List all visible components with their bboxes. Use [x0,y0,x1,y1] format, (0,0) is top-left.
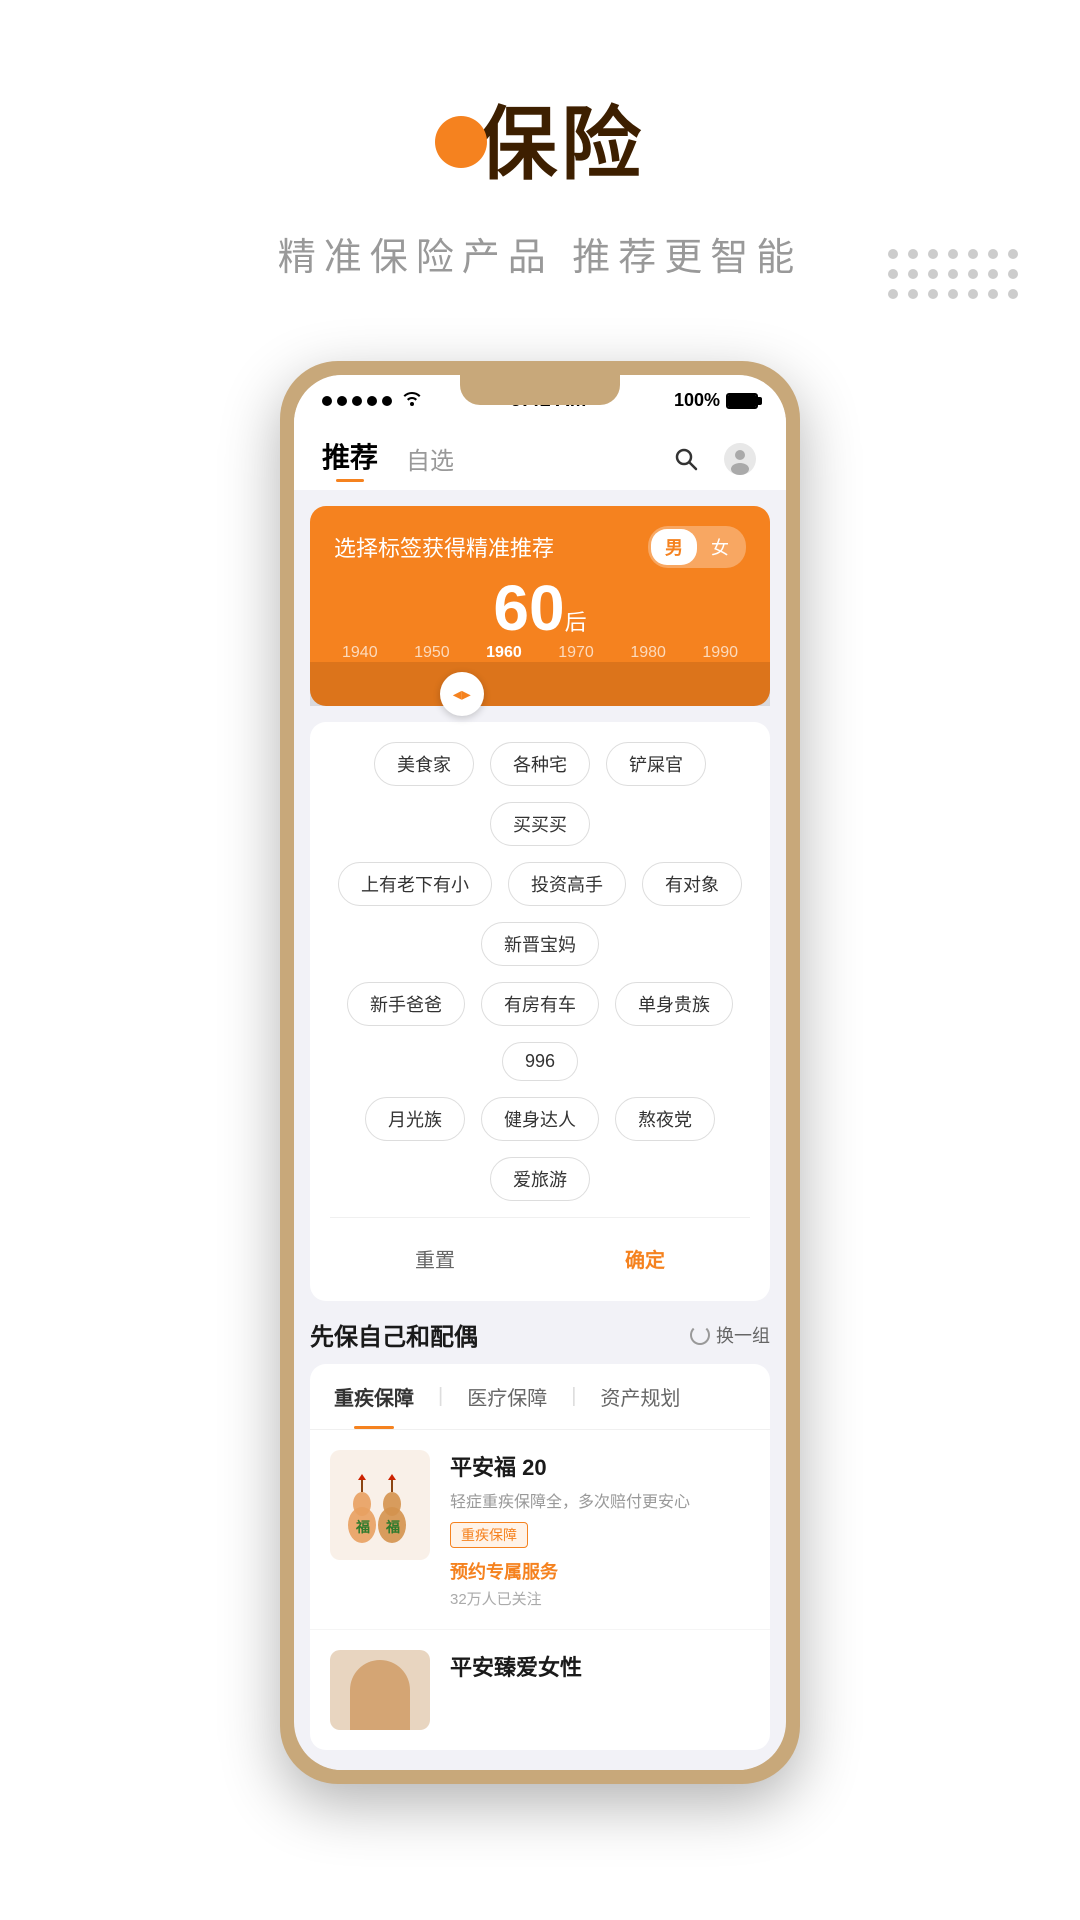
confirm-button[interactable]: 确定 [585,1236,705,1281]
reset-button[interactable]: 重置 [375,1236,495,1281]
wifi-icon [401,390,423,411]
page-header: 保险 精准保险产品 推荐更智能 [0,0,1080,321]
products-section-header: 先保自己和配偶 换一组 [310,1317,770,1352]
decade-number: 60 [493,572,564,644]
tag-row-2: 上有老下有小 投资高手 有对象 新晋宝妈 [330,862,750,966]
gender-female-btn[interactable]: 女 [697,529,743,565]
decade-1970: 1970 [558,644,594,662]
tag-ailyu[interactable]: 爱旅游 [490,1157,590,1201]
nav-tab-recommend[interactable]: 推荐 [322,436,378,482]
tag-maimai[interactable]: 买买买 [490,802,590,846]
battery-fill [728,395,756,407]
tag-youdui[interactable]: 有对象 [642,862,742,906]
product-tab-critical[interactable]: 重疾保障 [310,1364,438,1429]
decade-display: 60后 [334,576,746,640]
product-followers-1: 32万人已关注 [450,1588,750,1609]
phone-outer-frame: 9:41 AM 100% 推荐 自选 [280,361,800,1784]
tag-youfang[interactable]: 有房有车 [481,982,599,1026]
decade-1980: 1980 [630,644,666,662]
product-info-2: 平安臻爱女性 [450,1650,750,1730]
tag-jiansheng[interactable]: 健身达人 [481,1097,599,1141]
nav-tab-custom[interactable]: 自选 [406,441,454,482]
change-group-button[interactable]: 换一组 [690,1322,770,1348]
product-info-1: 平安福 20 轻症重疾保障全，多次赔付更安心 重疾保障 预约专属服务 32万人已… [450,1450,750,1609]
decade-1940: 1940 [342,644,378,662]
tag-aoyedang[interactable]: 熬夜党 [615,1097,715,1141]
product-tab-assets[interactable]: 资产规划 [576,1364,704,1429]
tag-touzi[interactable]: 投资高手 [508,862,626,906]
tag-row-1: 美食家 各种宅 铲屎官 买买买 [330,742,750,846]
svg-text:福: 福 [355,1519,370,1536]
signal-dot-5 [382,396,392,406]
signal-dot-4 [367,396,377,406]
product-name-1: 平安福 20 [450,1450,750,1482]
app-title: 保险 [477,80,645,196]
product-card: 重疾保障 | 医疗保障 | 资产规划 [310,1364,770,1750]
nav-bar: 推荐 自选 [294,422,786,490]
tag-shangyoula[interactable]: 上有老下有小 [338,862,492,906]
dot-grid-decoration [888,249,1020,301]
tag-996[interactable]: 996 [502,1042,578,1081]
nav-tabs: 推荐 自选 [322,436,454,482]
product-image-2 [330,1650,430,1730]
tags-action-row: 重置 确定 [330,1217,750,1281]
product-avatar-face [350,1660,410,1730]
product-action-1[interactable]: 预约专属服务 [450,1558,750,1584]
product-tab-medical[interactable]: 医疗保障 [443,1364,571,1429]
tag-chanshi[interactable]: 铲屎官 [606,742,706,786]
signal-dot-1 [322,396,332,406]
decade-slider-thumb[interactable]: ◂▸ [440,672,484,716]
tag-meishi[interactable]: 美食家 [374,742,474,786]
tag-yueguang[interactable]: 月光族 [365,1097,465,1141]
search-button[interactable] [668,441,704,477]
status-battery-area: 100% [674,390,758,411]
products-section: 先保自己和配偶 换一组 重疾保障 | 医疗保障 [310,1317,770,1750]
tag-row-4: 月光族 健身达人 熬夜党 爱旅游 [330,1097,750,1201]
decade-1990: 1990 [702,644,738,662]
product-item-1[interactable]: 福 福 平安福 20 [310,1430,770,1629]
product-desc-1: 轻症重疾保障全，多次赔付更安心 [450,1488,750,1512]
signal-dot-2 [337,396,347,406]
svg-text:福: 福 [385,1519,400,1536]
panel-top-row: 选择标签获得精准推荐 男 女 [334,526,746,568]
orange-dot-icon [435,116,487,168]
phone-notch [460,375,620,405]
products-section-title: 先保自己和配偶 [310,1317,478,1352]
tag-danshen[interactable]: 单身贵族 [615,982,733,1026]
decade-suffix: 后 [565,610,587,635]
tags-section: 美食家 各种宅 铲屎官 买买买 上有老下有小 投资高手 有对象 新晋宝妈 新手爸… [310,722,770,1301]
product-tag-1: 重疾保障 [450,1522,528,1548]
phone-bottom-padding [294,1750,786,1770]
product-image-1: 福 福 [330,1450,430,1560]
battery-bar [726,393,758,409]
panel-title: 选择标签获得精准推荐 [334,531,554,563]
app-title-wrap: 保险 [0,80,1080,196]
phone-mockup: 9:41 AM 100% 推荐 自选 [0,361,1080,1784]
change-group-label: 换一组 [716,1322,770,1348]
recommendation-panel: 选择标签获得精准推荐 男 女 60后 1940 1950 [310,506,770,706]
tag-gezhai[interactable]: 各种宅 [490,742,590,786]
decade-1950: 1950 [414,644,450,662]
battery-percent: 100% [674,390,720,411]
avatar-button[interactable] [722,441,758,477]
slider-arrows-icon: ◂▸ [453,684,471,705]
decade-scale: 1940 1950 1960 1970 1980 1990 [334,644,746,662]
gender-toggle[interactable]: 男 女 [648,526,746,568]
gender-male-btn[interactable]: 男 [651,529,697,565]
refresh-icon [690,1325,710,1345]
tag-xinshoubaba[interactable]: 新手爸爸 [347,982,465,1026]
product-name-2: 平安臻爱女性 [450,1650,750,1682]
status-signal [322,390,423,411]
nav-icons [668,441,758,477]
tag-xinbao[interactable]: 新晋宝妈 [481,922,599,966]
tag-row-3: 新手爸爸 有房有车 单身贵族 996 [330,982,750,1081]
product-item-2[interactable]: 平安臻爱女性 [310,1629,770,1750]
product-tabs: 重疾保障 | 医疗保障 | 资产规划 [310,1364,770,1430]
decade-1960: 1960 [486,644,522,662]
signal-dot-3 [352,396,362,406]
phone-inner-screen: 9:41 AM 100% 推荐 自选 [294,375,786,1770]
